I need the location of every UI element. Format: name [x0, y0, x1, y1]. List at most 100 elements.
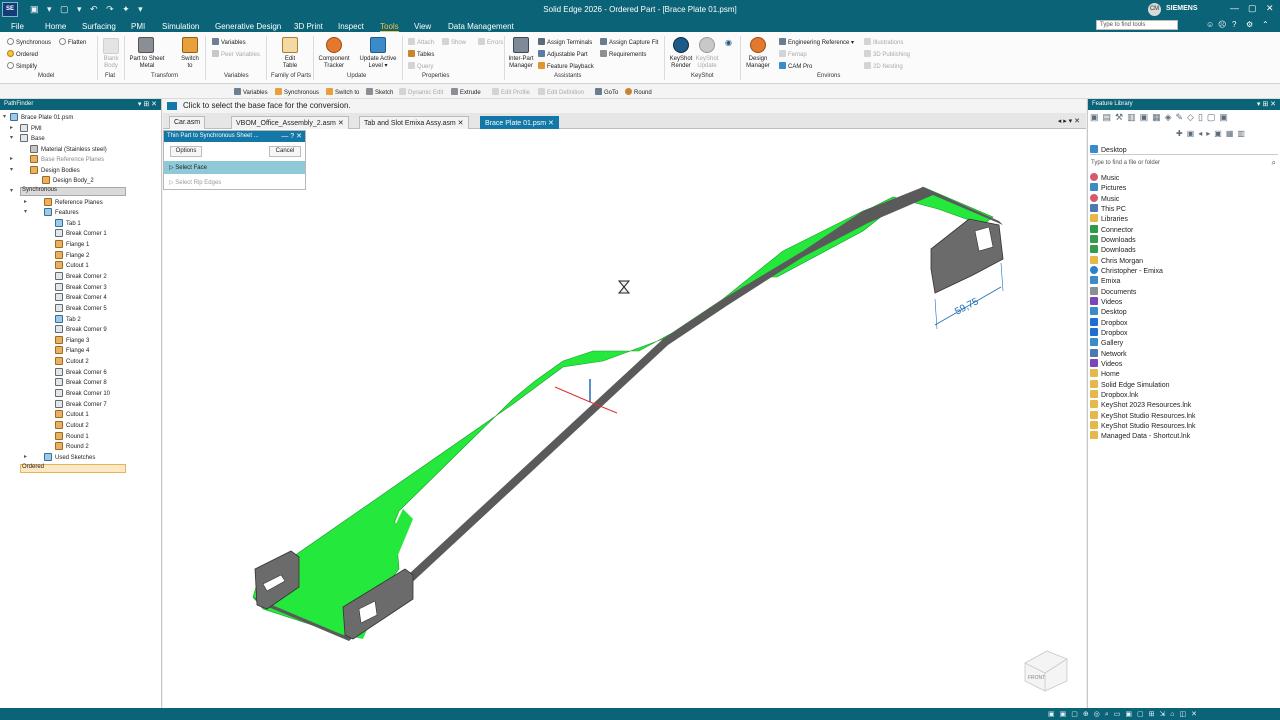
select-rip-edges-step[interactable]: ▷ Select Rip Edges	[164, 176, 305, 188]
menu-3d-print[interactable]: 3D Print	[294, 22, 323, 31]
tree-item[interactable]: Cutout 2	[55, 421, 89, 429]
tree-item[interactable]: Flange 1	[55, 240, 89, 248]
list-item[interactable]: This PC	[1090, 204, 1126, 213]
ribbon-collapse-icon[interactable]: ⌃	[1262, 20, 1269, 29]
keyshot-update-button[interactable]: KeyShot Update	[694, 56, 720, 70]
list-item[interactable]: Desktop	[1090, 307, 1127, 316]
component-tracker-button[interactable]: Component Tracker	[316, 56, 352, 70]
options-button[interactable]: Options	[170, 146, 202, 157]
part-to-sheet-metal-button[interactable]: Part to Sheet Metal	[129, 56, 165, 70]
cmd-dynamic-edit[interactable]: Dynamic Edit	[399, 88, 443, 96]
expand-icon[interactable]: ▸	[24, 453, 27, 460]
cmd-variables[interactable]: Variables	[234, 88, 268, 96]
tree-item[interactable]: Break Corner 10	[55, 389, 110, 397]
menu-generative-design[interactable]: Generative Design	[215, 22, 281, 31]
femap-button[interactable]: Femap	[779, 50, 807, 58]
tab-brace-plate-01[interactable]: Brace Plate 01.psm ✕	[480, 116, 559, 129]
tree-item[interactable]: PMI	[20, 124, 42, 132]
list-item[interactable]: Christopher - Emixa	[1090, 266, 1163, 275]
update-active-level-button[interactable]: Update Active Level ▾	[356, 56, 400, 70]
query-button[interactable]: Query	[408, 62, 433, 70]
list-item[interactable]: Gallery	[1090, 338, 1123, 347]
design-manager-button[interactable]: Design Manager	[744, 56, 772, 70]
close-button[interactable]: ✕	[1266, 3, 1274, 14]
list-item[interactable]: Managed Data - Shortcut.lnk	[1090, 431, 1190, 440]
ordered-radio[interactable]: Ordered	[7, 50, 38, 58]
tree-item[interactable]: Used Sketches	[44, 453, 95, 461]
list-item[interactable]: Pictures	[1090, 183, 1126, 192]
list-item[interactable]: Downloads	[1090, 245, 1136, 254]
errors-button[interactable]: Errors	[478, 38, 503, 46]
expand-icon[interactable]: ▸	[10, 155, 13, 162]
dimension-value[interactable]: 59,75	[953, 296, 981, 318]
tab-vbom-office-assembly[interactable]: VBOM_Office_Assembly_2.asm ✕	[231, 116, 349, 129]
list-item[interactable]: Videos	[1090, 297, 1122, 306]
list-item[interactable]: KeyShot Studio Resources.lnk	[1090, 421, 1196, 430]
expand-icon[interactable]: ▸	[10, 124, 13, 131]
assign-capture-fit-button[interactable]: Assign Capture Fit	[600, 38, 658, 46]
list-item[interactable]: Chris Morgan	[1090, 256, 1143, 265]
collapse-icon[interactable]: ▾	[10, 166, 13, 173]
list-item[interactable]: Dropbox	[1090, 318, 1127, 327]
list-item[interactable]: Home	[1090, 369, 1120, 378]
list-item[interactable]: Dropbox.lnk	[1090, 390, 1138, 399]
switch-to-icon[interactable]	[182, 37, 198, 53]
engineering-reference-button[interactable]: Engineering Reference ▾	[779, 38, 854, 46]
feature-playback-button[interactable]: Feature Playback	[538, 62, 594, 70]
view-cube[interactable]: FRONT	[1024, 650, 1068, 692]
smiley-icon[interactable]: ☺	[1206, 20, 1214, 29]
peer-variables-button[interactable]: Peer Variables	[212, 50, 260, 58]
cmd-extrude[interactable]: Extrude	[451, 88, 481, 96]
tree-item[interactable]: Tab 1	[55, 219, 81, 227]
cancel-button[interactable]: Cancel	[269, 146, 301, 157]
show-button[interactable]: Show	[442, 38, 466, 46]
cam-pro-button[interactable]: CAM Pro	[779, 62, 812, 70]
tree-item[interactable]: Break Corner 6	[55, 368, 107, 376]
cmd-edit-profile[interactable]: Edit Profile	[492, 88, 530, 96]
list-item[interactable]: Network	[1090, 349, 1127, 358]
tree-item[interactable]: Flange 3	[55, 336, 89, 344]
close-tab-icon[interactable]: ✕	[338, 120, 344, 127]
tree-item[interactable]: Break Corner 4	[55, 293, 107, 301]
variables-button[interactable]: Variables	[212, 38, 246, 46]
feedback-icon[interactable]: ☹	[1218, 20, 1226, 29]
list-item[interactable]: Connector	[1090, 225, 1133, 234]
list-item[interactable]: Dropbox	[1090, 328, 1127, 337]
tree-item[interactable]: Round 1	[55, 432, 89, 440]
plate-top-face[interactable]	[252, 186, 994, 636]
list-item[interactable]: Music	[1090, 173, 1119, 182]
search-icon[interactable]: ⌕	[1272, 158, 1276, 168]
cmd-edit-definition[interactable]: Edit Definition	[538, 88, 584, 96]
tool-search-input[interactable]: Type to find tools	[1096, 20, 1178, 30]
cmd-goto[interactable]: GoTo	[595, 88, 618, 96]
select-face-step[interactable]: ▷ Select Face	[164, 161, 305, 174]
maximize-button[interactable]: ▢	[1248, 3, 1257, 14]
quick-access-toolbar[interactable]: ▣ ▾ ▢ ▾ ↶ ↷ ✦ ▾	[30, 4, 146, 15]
location-dropdown[interactable]: Desktop	[1090, 145, 1278, 155]
design-manager-icon[interactable]	[750, 37, 766, 53]
view-controls-icons[interactable]: ▣▣▢⊕◎⌕▭▣▢⊞⇲⌂◫✕	[1048, 710, 1202, 719]
tree-item[interactable]: Cutout 1	[55, 410, 89, 418]
tree-item[interactable]: Design Body_2	[42, 176, 94, 184]
tree-item[interactable]: Flange 2	[55, 251, 89, 259]
synchronous-radio[interactable]: Synchronous	[7, 38, 51, 46]
component-tracker-icon[interactable]	[326, 37, 342, 53]
keyshot-render-button[interactable]: KeyShot Render	[668, 56, 694, 70]
tree-item[interactable]: Material (Stainless steel)	[30, 145, 107, 153]
list-item[interactable]: KeyShot 2023 Resources.lnk	[1090, 400, 1191, 409]
tables-button[interactable]: Tables	[408, 50, 434, 58]
tree-item[interactable]: Design Bodies	[30, 166, 80, 174]
tree-item[interactable]: Ordered	[22, 464, 44, 470]
list-item[interactable]: Music	[1090, 194, 1119, 203]
tree-item[interactable]: Synchronous	[22, 187, 57, 193]
edit-table-icon[interactable]	[282, 37, 298, 53]
keyshot-update-icon[interactable]	[699, 37, 715, 53]
tree-item[interactable]: Break Corner 3	[55, 283, 107, 291]
3d-publishing-button[interactable]: 3D Publishing	[864, 50, 910, 58]
list-item[interactable]: Documents	[1090, 287, 1136, 296]
close-tab-icon[interactable]: ✕	[458, 120, 464, 127]
list-item[interactable]: Solid Edge Simulation	[1090, 380, 1170, 389]
collapse-icon[interactable]: ▾	[10, 187, 13, 194]
tree-item[interactable]: Base	[20, 134, 45, 142]
minimize-button[interactable]: —	[1230, 3, 1239, 13]
